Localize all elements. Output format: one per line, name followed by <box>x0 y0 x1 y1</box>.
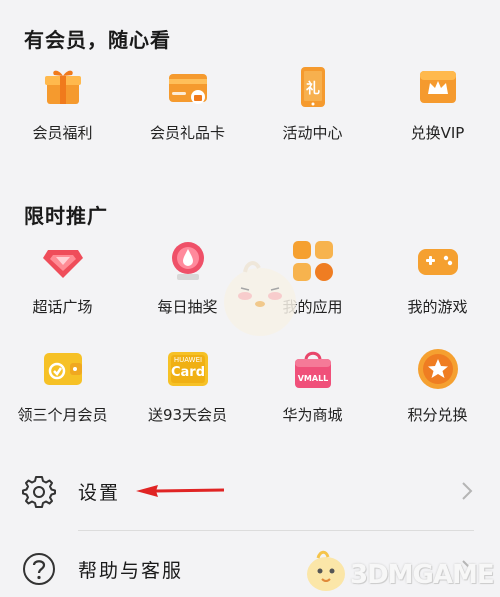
activity-center-item[interactable]: 礼 活动中心 <box>250 66 375 166</box>
send-93-days-label: 送93天会员 <box>147 406 228 424</box>
member-gift-card-item[interactable]: 会员礼品卡 <box>125 66 250 166</box>
vmall-bag-icon <box>295 351 331 388</box>
member-benefits-label: 会员福利 <box>32 124 93 142</box>
help-support-label: 帮助与客服 <box>78 560 184 582</box>
gamepad-icon <box>418 249 458 275</box>
3dm-mascot-logo-icon <box>307 550 345 591</box>
settings-label: 设置 <box>78 482 121 504</box>
vmall-label: 华为商城 <box>282 406 343 424</box>
chevron-right-icon <box>462 482 473 500</box>
settings-row[interactable]: 设置 <box>0 462 500 522</box>
redeem-vip-item[interactable]: 兑换VIP <box>375 66 500 166</box>
points-exchange-item[interactable]: 积分兑换 <box>375 348 500 448</box>
vmall-item[interactable]: VMALL 华为商城 <box>250 348 375 448</box>
svg-text:礼: 礼 <box>306 80 320 97</box>
promo-section-title: 限时推广 <box>24 204 108 228</box>
activity-phone-icon: 礼 <box>301 67 325 107</box>
redeem-vip-label: 兑换VIP <box>410 124 465 142</box>
crown-exchange-icon <box>420 71 456 103</box>
lottery-icon <box>172 242 204 280</box>
gear-icon <box>22 476 56 508</box>
my-games-item[interactable]: 我的游戏 <box>375 240 500 340</box>
member-gift-card-label: 会员礼品卡 <box>149 124 225 142</box>
huawei-card-badge-main: Card <box>170 365 206 380</box>
diamond-icon <box>43 250 83 278</box>
three-month-member-label: 领三个月会员 <box>17 406 108 424</box>
wallet-icon <box>44 353 82 385</box>
huawei-card-badge-top: HUAWEI <box>173 356 203 364</box>
activity-center-label: 活动中心 <box>282 124 343 142</box>
mascot-watermark-icon <box>224 261 296 336</box>
points-exchange-label: 积分兑换 <box>407 406 468 424</box>
member-section-title: 有会员，随心看 <box>24 28 171 52</box>
help-question-icon <box>23 553 55 585</box>
super-topic-label: 超话广场 <box>32 298 93 316</box>
three-month-member-item[interactable]: 领三个月会员 <box>0 348 125 448</box>
super-topic-item[interactable]: 超话广场 <box>0 240 125 340</box>
gift-card-icon <box>169 74 207 104</box>
send-93-days-item[interactable]: HUAWEI Card 送93天会员 <box>125 348 250 448</box>
gift-icon <box>45 70 81 104</box>
star-coin-icon <box>418 349 458 389</box>
vmall-badge: VMALL <box>297 374 329 383</box>
member-benefits-item[interactable]: 会员福利 <box>0 66 125 166</box>
red-arrow-annotation <box>136 485 225 497</box>
watermark-text: 3DMGAME <box>350 560 495 590</box>
my-games-label: 我的游戏 <box>407 298 468 316</box>
menu-divider <box>78 530 474 531</box>
